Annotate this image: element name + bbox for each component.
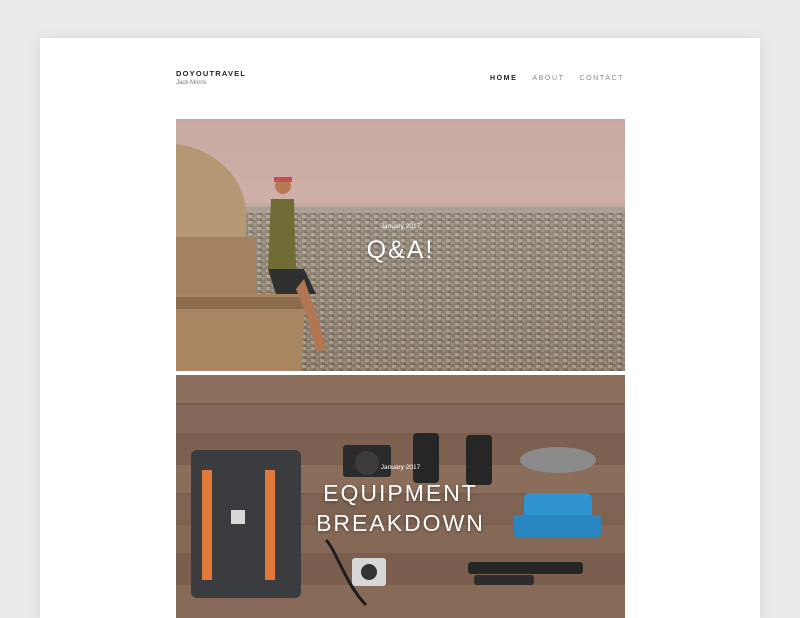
nav-about[interactable]: ABOUT bbox=[532, 74, 564, 83]
site-subtitle: Jack Morris bbox=[176, 80, 207, 86]
post-title-line1[interactable]: EQUIPMENT bbox=[176, 478, 625, 508]
post-card-equipment[interactable]: January 2017 EQUIPMENT BREAKDOWN bbox=[176, 375, 625, 618]
post-card-qa[interactable]: January 2017 Q&A! bbox=[176, 119, 625, 371]
page-card: DOYOUTRAVEL Jack Morris HOME ABOUT CONTA… bbox=[40, 38, 760, 618]
post-date: January 2017 bbox=[380, 223, 421, 230]
post-title-line2[interactable]: BREAKDOWN bbox=[176, 508, 625, 538]
post-title[interactable]: Q&A! bbox=[176, 235, 625, 265]
site-title[interactable]: DOYOUTRAVEL bbox=[176, 69, 246, 78]
post-date: January 2017 bbox=[380, 464, 421, 471]
main-nav: HOME ABOUT CONTACT bbox=[475, 74, 624, 83]
site-brand[interactable]: DOYOUTRAVEL Jack Morris bbox=[176, 69, 246, 87]
nav-contact[interactable]: CONTACT bbox=[579, 74, 624, 83]
nav-home[interactable]: HOME bbox=[490, 74, 517, 83]
